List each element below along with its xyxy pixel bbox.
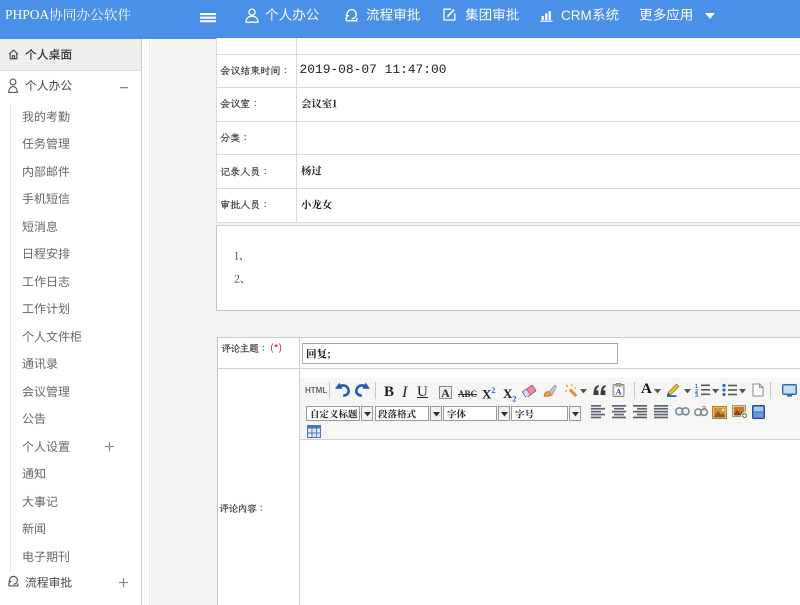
svg-text:3: 3 <box>695 393 698 397</box>
svg-text:A: A <box>616 387 623 397</box>
svg-text:?: ? <box>702 406 706 413</box>
